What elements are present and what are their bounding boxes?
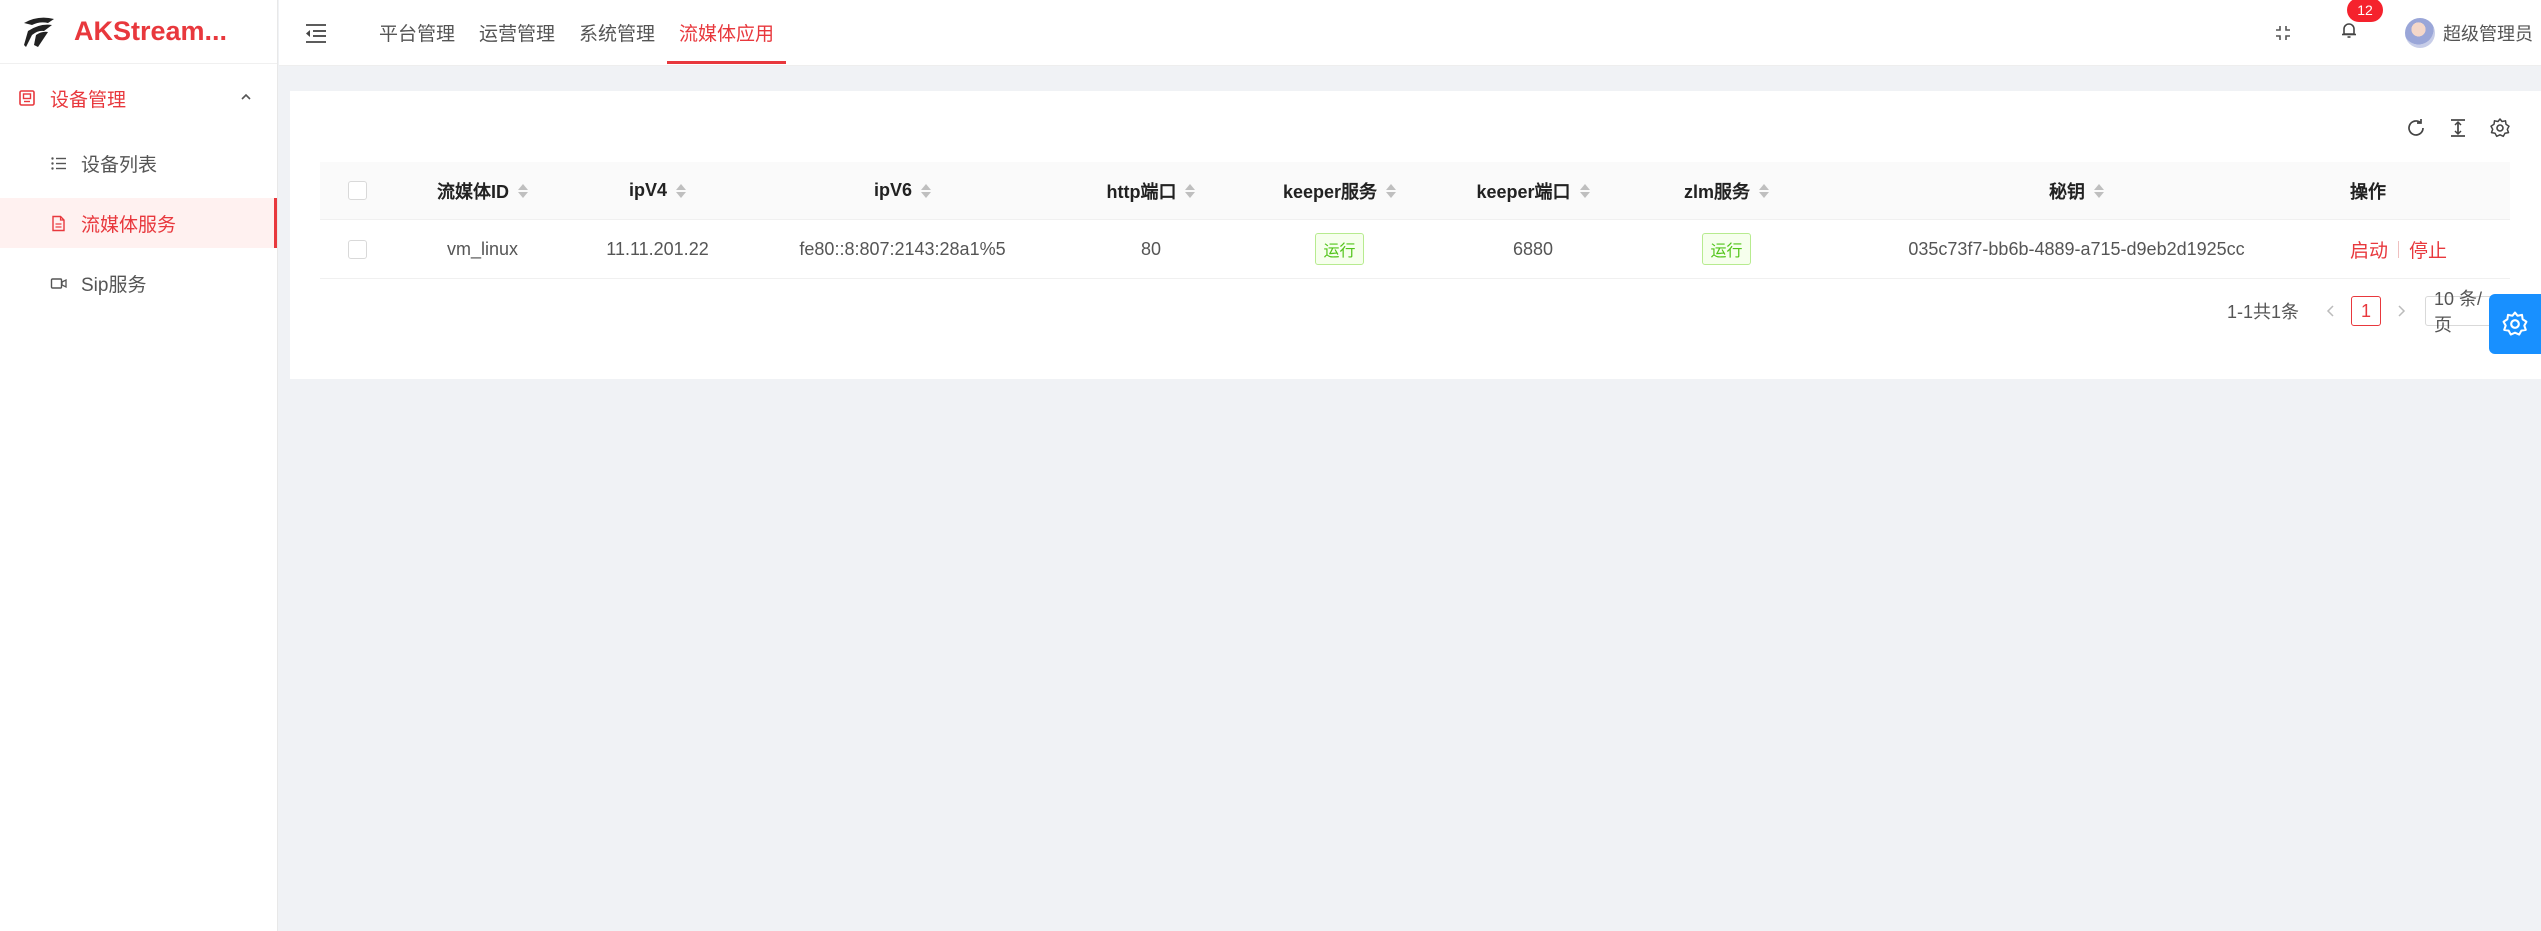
sort-icon (676, 183, 686, 198)
avatar (2405, 18, 2435, 48)
table-header-row: 流媒体ID ipV4 ipV6 http端口 keeper服务 keeper端口 (320, 162, 2510, 220)
page-number[interactable]: 1 (2351, 296, 2381, 326)
fullscreen-icon[interactable] (2273, 23, 2293, 43)
sort-icon (1386, 183, 1397, 198)
sidebar-item-label: 流媒体服务 (81, 214, 177, 236)
column-header-http-port[interactable]: http端口 (1060, 162, 1242, 219)
pagination-total: 1-1共1条 (2226, 302, 2299, 322)
cell-ipv4: 11.11.201.22 (606, 238, 709, 259)
cell-keeper-port: 6880 (1512, 238, 1554, 259)
column-header-media-id[interactable]: 流媒体ID (395, 162, 570, 219)
logo-icon (24, 17, 54, 47)
cell-zlm-service: 运行 (1629, 220, 1824, 278)
video-icon (50, 277, 67, 289)
page-size-value: 10 条/页 (2434, 289, 2483, 335)
logo[interactable]: AKStream... (0, 0, 277, 64)
sort-icon (1579, 183, 1590, 198)
column-header-label: 秘钥 (2049, 181, 2085, 202)
row-select-cell (320, 220, 395, 278)
floating-settings-button[interactable] (2489, 294, 2541, 354)
content-card: 流媒体ID ipV4 ipV6 http端口 keeper服务 keeper端口 (290, 91, 2541, 379)
sort-icon (1759, 183, 1769, 198)
sidebar-item-sip-service[interactable]: Sip服务 (0, 258, 277, 308)
sidebar-item-label: 设备列表 (81, 154, 158, 176)
column-header-keeper-service[interactable]: keeper服务 (1242, 162, 1437, 219)
start-link[interactable]: 启动 (2350, 236, 2388, 263)
sort-icon (1185, 183, 1196, 198)
column-header-label: zlm服务 (1683, 181, 1750, 202)
list-icon (51, 156, 66, 170)
user-menu[interactable]: 超级管理员 (2405, 18, 2533, 48)
nav-system-management[interactable]: 系统管理 (567, 0, 667, 66)
file-icon (52, 215, 65, 231)
status-badge: 运行 (1702, 233, 1751, 265)
prev-page-icon[interactable] (2323, 303, 2339, 319)
cell-actions: 启动 停止 (2329, 220, 2510, 278)
header-select-cell (320, 162, 395, 219)
sort-icon (921, 183, 931, 198)
media-service-table: 流媒体ID ipV4 ipV6 http端口 keeper服务 keeper端口 (320, 162, 2510, 279)
stop-link[interactable]: 停止 (2409, 236, 2447, 263)
nav-operations-management[interactable]: 运营管理 (467, 0, 567, 66)
app-title: AKStream... (74, 16, 228, 46)
cell-ipv6: fe80::8:807:2143:28a1%5 (799, 238, 1006, 259)
column-header-label: ipV4 (628, 180, 667, 200)
top-header: 平台管理 运营管理 系统管理 流媒体应用 12 超级管理员 (279, 0, 2541, 66)
column-header-ipv4[interactable]: ipV4 (570, 162, 745, 219)
column-header-label: 操作 (2350, 181, 2386, 202)
column-header-zlm-service[interactable]: zlm服务 (1629, 162, 1824, 219)
menu-fold-icon[interactable] (301, 18, 331, 48)
notification-badge: 12 (2347, 0, 2383, 22)
bell-icon (2342, 23, 2356, 38)
menu-group-device-management[interactable]: 设备管理 (0, 68, 277, 128)
column-header-secret[interactable]: 秘钥 (1824, 162, 2329, 219)
column-header-label: http端口 (1106, 181, 1177, 202)
column-header-keeper-port[interactable]: keeper端口 (1437, 162, 1629, 219)
column-header-actions: 操作 (2329, 162, 2510, 219)
sort-icon (2094, 183, 2104, 198)
table-toolbar (2405, 117, 2511, 139)
nav-platform-management[interactable]: 平台管理 (367, 0, 467, 66)
column-height-icon[interactable] (2447, 117, 2469, 139)
reload-icon[interactable] (2405, 117, 2427, 139)
column-header-label: keeper端口 (1476, 181, 1571, 202)
menu-group-label: 设备管理 (50, 89, 127, 111)
cell-secret: 035c73f7-bb6b-4889-a715-d9eb2d1925cc (1908, 238, 2245, 259)
column-header-label: 流媒体ID (437, 181, 509, 202)
next-page-icon[interactable] (2393, 303, 2409, 319)
status-badge: 运行 (1315, 233, 1364, 265)
column-header-label: ipV6 (873, 180, 912, 200)
cell-keeper-service: 运行 (1242, 220, 1437, 278)
sidebar-item-device-list[interactable]: 设备列表 (0, 138, 277, 188)
pagination: 1-1共1条 1 10 条/页 (2226, 289, 2521, 335)
sidebar-item-media-service[interactable]: 流媒体服务 (0, 198, 277, 248)
device-icon (19, 90, 35, 106)
chevron-up-icon (241, 93, 251, 100)
header-actions: 12 超级管理员 (2273, 0, 2533, 66)
cell-http-port: 80 (1140, 238, 1162, 259)
nav-media-application[interactable]: 流媒体应用 (667, 0, 787, 66)
sidebar-item-label: Sip服务 (81, 274, 147, 296)
setting-icon (2502, 311, 2528, 336)
sidebar: AKStream... 设备管理 设备列表 流媒体服务 Sip服务 (0, 0, 278, 931)
top-nav: 平台管理 运营管理 系统管理 流媒体应用 (367, 0, 787, 66)
table-row: vm_linux 11.11.201.22 fe80::8:807:2143:2… (320, 220, 2510, 279)
row-checkbox[interactable] (348, 239, 367, 259)
sort-icon (518, 183, 528, 198)
action-divider (2398, 240, 2400, 258)
user-name: 超级管理员 (2443, 24, 2533, 44)
setting-icon[interactable] (2489, 117, 2511, 139)
column-header-label: keeper服务 (1282, 181, 1378, 202)
notification-button[interactable]: 12 (2339, 0, 2383, 46)
column-header-ipv6[interactable]: ipV6 (745, 162, 1060, 219)
cell-media-id: vm_linux (446, 238, 519, 259)
select-all-checkbox[interactable] (348, 181, 367, 200)
